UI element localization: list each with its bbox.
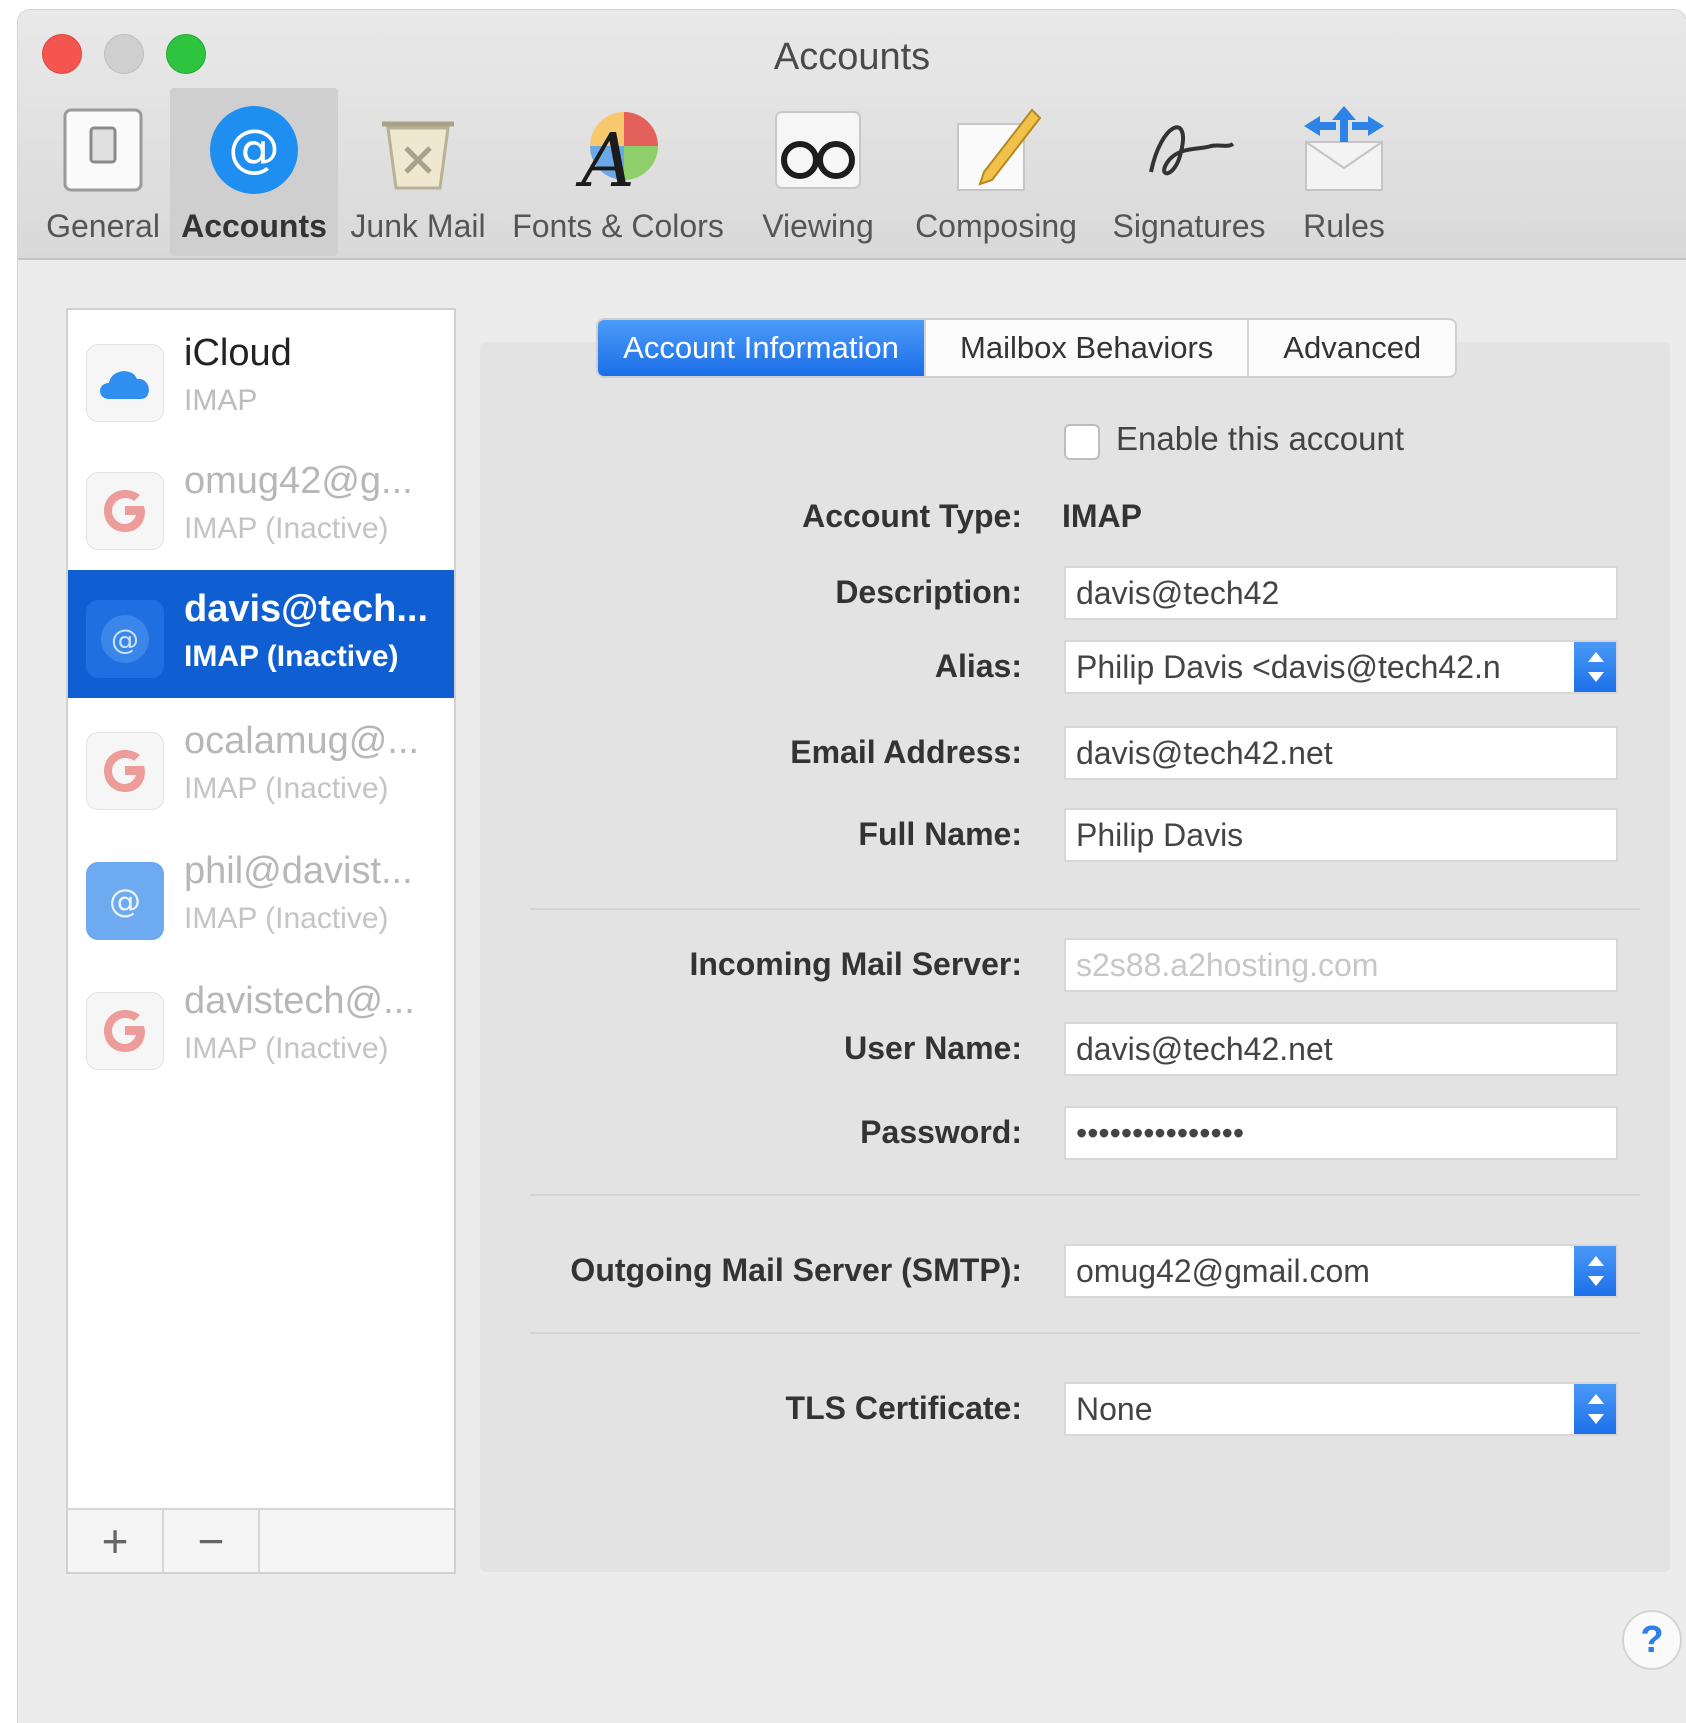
- account-name: davis@tech...: [184, 588, 429, 630]
- tab-advanced[interactable]: Advanced: [1249, 320, 1455, 376]
- svg-text:@: @: [111, 623, 139, 656]
- account-name: iCloud: [184, 332, 292, 374]
- popup-arrows-icon: [1574, 1384, 1616, 1434]
- smtp-value: omug42@gmail.com: [1076, 1253, 1370, 1289]
- toolbar-label: Fonts & Colors: [512, 208, 724, 244]
- toolbar-fonts-colors[interactable]: A Fonts & Colors: [498, 88, 738, 256]
- account-type-value: IMAP: [1062, 498, 1142, 534]
- user-name-field[interactable]: davis@tech42.net: [1064, 1022, 1618, 1076]
- account-item-davis-tech[interactable]: @ davis@tech... IMAP (Inactive): [68, 570, 454, 698]
- at-sign-icon: @: [86, 862, 164, 940]
- toolbar-label: General: [46, 208, 160, 244]
- account-type: IMAP (Inactive): [184, 640, 399, 673]
- account-type: IMAP (Inactive): [184, 772, 389, 805]
- pencil-note-icon: [957, 108, 1042, 191]
- account-item-phil-davis[interactable]: @ phil@davist... IMAP (Inactive): [68, 832, 454, 960]
- popup-arrows-icon: [1574, 642, 1616, 692]
- window-title: Accounts: [773, 36, 931, 78]
- divider: [530, 1194, 1640, 1196]
- alias-popup[interactable]: Philip Davis <davis@tech42.n: [1064, 640, 1618, 694]
- toolbar-label: Viewing: [762, 208, 874, 244]
- toolbar-rules[interactable]: Rules: [1284, 88, 1404, 256]
- tab-bar: Account Information Mailbox Behaviors Ad…: [596, 318, 1458, 378]
- full-name-label: Full Name:: [858, 816, 1022, 852]
- tls-certificate-label: TLS Certificate:: [785, 1390, 1022, 1426]
- divider: [530, 1332, 1640, 1334]
- email-address-field[interactable]: davis@tech42.net: [1064, 726, 1618, 780]
- account-name: phil@davist...: [184, 850, 413, 892]
- incoming-server-label: Incoming Mail Server:: [689, 946, 1022, 982]
- user-name-label: User Name:: [844, 1030, 1022, 1066]
- toolbar-label: Signatures: [1112, 208, 1266, 244]
- google-icon: [86, 992, 164, 1070]
- junk-bin-icon: [382, 121, 454, 190]
- toolbar-label: Rules: [1303, 208, 1385, 244]
- description-label: Description:: [835, 574, 1022, 610]
- email-address-label: Email Address:: [790, 734, 1022, 770]
- account-list-controls: + −: [68, 1508, 454, 1572]
- tls-certificate-popup[interactable]: None: [1064, 1382, 1618, 1436]
- alias-label: Alias:: [934, 648, 1022, 684]
- toolbar-signatures[interactable]: Signatures: [1096, 88, 1282, 256]
- google-icon: [86, 472, 164, 550]
- account-type: IMAP (Inactive): [184, 512, 389, 545]
- password-field[interactable]: •••••••••••••••: [1064, 1106, 1618, 1160]
- tls-certificate-value: None: [1076, 1391, 1153, 1427]
- popup-arrows-icon: [1574, 1246, 1616, 1296]
- account-item-ocalamug[interactable]: ocalamug@... IMAP (Inactive): [68, 702, 454, 830]
- account-name: omug42@g...: [184, 460, 413, 502]
- account-type: IMAP (Inactive): [184, 902, 389, 935]
- signature-icon: [1149, 125, 1235, 176]
- help-button[interactable]: ?: [1622, 1610, 1682, 1670]
- svg-text:@: @: [228, 119, 280, 179]
- account-item-omug42[interactable]: omug42@g... IMAP (Inactive): [68, 442, 454, 570]
- toolbar-junk-mail[interactable]: Junk Mail: [340, 88, 496, 256]
- add-account-button[interactable]: +: [68, 1510, 164, 1572]
- account-item-icloud[interactable]: iCloud IMAP: [68, 314, 454, 442]
- divider: [530, 908, 1640, 910]
- at-sign-icon: @: [86, 600, 164, 678]
- toolbar: Accounts General @ Accounts Junk Mail A …: [18, 10, 1686, 260]
- remove-account-button[interactable]: −: [164, 1510, 260, 1572]
- toolbar-label: Accounts: [181, 208, 327, 244]
- rules-envelope-icon: [1304, 106, 1384, 191]
- preferences-window: Accounts General @ Accounts Junk Mail A …: [18, 10, 1686, 1723]
- account-name: davistech@...: [184, 980, 415, 1022]
- account-type: IMAP: [184, 384, 258, 417]
- account-type: IMAP (Inactive): [184, 1032, 389, 1065]
- smtp-popup[interactable]: omug42@gmail.com: [1064, 1244, 1618, 1298]
- tab-account-information[interactable]: Account Information: [598, 320, 926, 376]
- enable-account-label: Enable this account: [1116, 420, 1405, 457]
- accounts-list: iCloud IMAP omug42@g... IMAP (Inactive) …: [66, 308, 456, 1574]
- tab-mailbox-behaviors[interactable]: Mailbox Behaviors: [926, 320, 1250, 376]
- alias-value: Philip Davis <davis@tech42.n: [1076, 649, 1501, 685]
- account-name: ocalamug@...: [184, 720, 420, 762]
- password-label: Password:: [860, 1114, 1022, 1150]
- smtp-label: Outgoing Mail Server (SMTP):: [570, 1252, 1022, 1288]
- account-type-label: Account Type:: [802, 498, 1022, 534]
- svg-text:A: A: [575, 118, 634, 198]
- full-name-field[interactable]: Philip Davis: [1064, 808, 1618, 862]
- icloud-icon: [86, 344, 164, 422]
- incoming-server-field[interactable]: s2s88.a2hosting.com: [1064, 938, 1618, 992]
- at-sign-icon: @: [210, 106, 298, 194]
- toolbar-label: Composing: [915, 208, 1077, 244]
- toolbar-composing[interactable]: Composing: [898, 88, 1094, 256]
- general-switch-icon: [63, 108, 143, 192]
- svg-text:@: @: [109, 882, 141, 920]
- google-icon: [86, 732, 164, 810]
- font-color-wheel-icon: A: [575, 112, 658, 198]
- toolbar-accounts[interactable]: @ Accounts: [170, 88, 338, 256]
- description-field[interactable]: davis@tech42: [1064, 566, 1618, 620]
- enable-account-checkbox[interactable]: [1064, 424, 1100, 460]
- toolbar-viewing[interactable]: Viewing: [740, 88, 896, 256]
- glasses-icon: [775, 111, 861, 189]
- account-item-davistech[interactable]: davistech@... IMAP (Inactive): [68, 962, 454, 1090]
- toolbar-label: Junk Mail: [350, 208, 486, 244]
- toolbar-general[interactable]: General: [38, 88, 168, 256]
